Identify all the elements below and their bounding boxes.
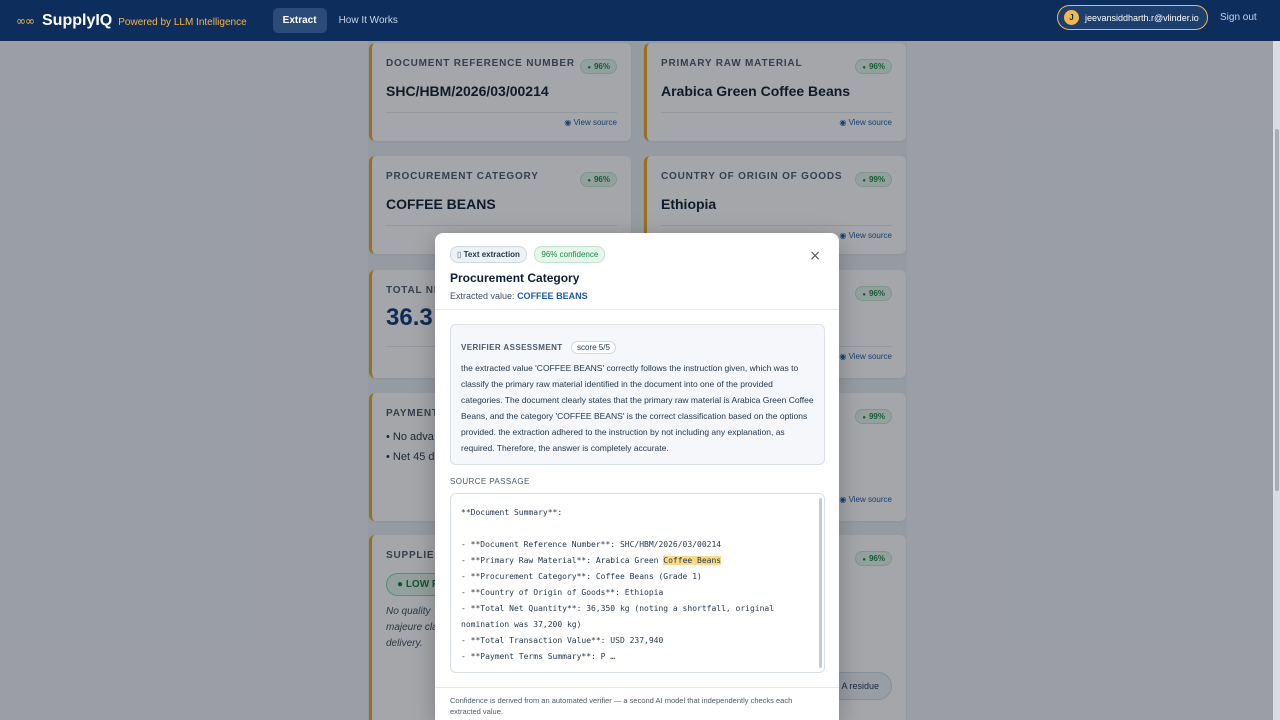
modal-title: Procurement Category bbox=[450, 271, 580, 285]
modal-header: Text extraction 96% confidence Procureme… bbox=[435, 233, 839, 310]
source-modal: Text extraction 96% confidence Procureme… bbox=[435, 233, 839, 720]
source-passage[interactable]: **Document Summary**: - **Document Refer… bbox=[450, 493, 825, 673]
extracted-value-line: Extracted value: COFFEE BEANS bbox=[450, 291, 588, 301]
logo-icon: ∞∞ bbox=[16, 13, 35, 28]
page-scrollbar-thumb[interactable] bbox=[1275, 129, 1279, 491]
brand-tagline: Powered by LLM Intelligence bbox=[118, 16, 247, 28]
verifier-label: VERIFIER ASSESSMENT bbox=[461, 343, 563, 352]
user-menu[interactable]: J jeevansiddharth.r@vlinder.io bbox=[1057, 5, 1208, 30]
source-passage-label: SOURCE PASSAGE bbox=[450, 477, 530, 486]
highlighted-match: Coffee Beans bbox=[663, 556, 722, 565]
avatar: J bbox=[1064, 10, 1079, 25]
modal-footer-note: Confidence is derived from an automated … bbox=[435, 687, 839, 720]
tab-how-it-works[interactable]: How It Works bbox=[329, 8, 408, 33]
brand-name[interactable]: SupplyIQ bbox=[42, 12, 112, 30]
extracted-value: COFFEE BEANS bbox=[517, 291, 588, 301]
top-nav: ∞∞ SupplyIQ Powered by LLM Intelligence … bbox=[0, 0, 1280, 41]
extraction-method-chip: Text extraction bbox=[450, 246, 527, 263]
score-chip: score 5/5 bbox=[571, 341, 616, 354]
verifier-assessment: VERIFIER ASSESSMENT score 5/5 the extrac… bbox=[450, 324, 825, 465]
sign-out-link[interactable]: Sign out bbox=[1220, 12, 1257, 23]
close-icon[interactable]: × bbox=[809, 248, 821, 264]
tab-extract[interactable]: Extract bbox=[272, 8, 327, 33]
confidence-chip: 96% confidence bbox=[534, 246, 606, 263]
user-email: jeevansiddharth.r@vlinder.io bbox=[1085, 12, 1199, 23]
verifier-text: the extracted value 'COFFEE BEANS' corre… bbox=[461, 363, 814, 453]
source-scrollbar[interactable] bbox=[819, 498, 822, 668]
